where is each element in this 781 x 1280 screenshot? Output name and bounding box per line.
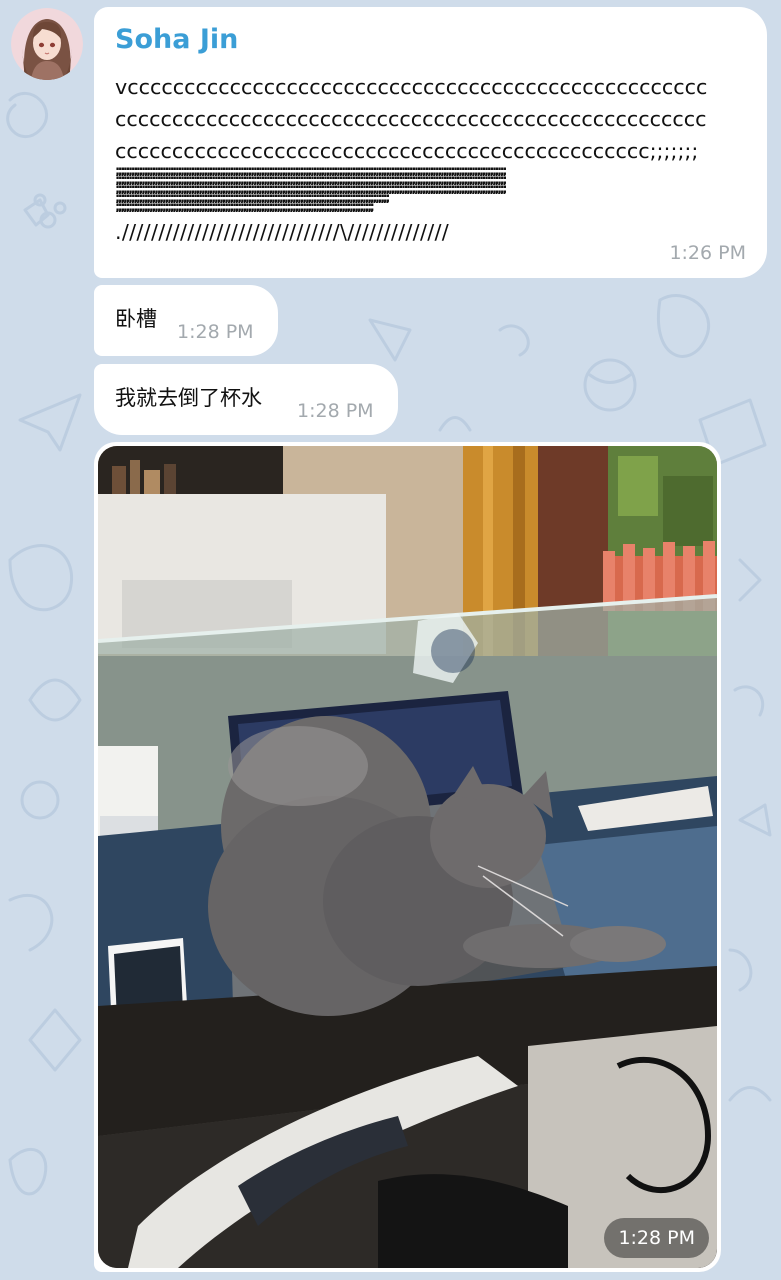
message-line: cccccccccccccccccccccccccccccccccccccccc… — [115, 139, 699, 163]
message-line: cccccccccccccccccccccccccccccccccccccccc… — [115, 107, 707, 131]
message-timestamp: 1:28 PM — [177, 321, 254, 343]
message-text: vccccccccccccccccccccccccccccccccccccccc… — [115, 71, 755, 252]
message-line: .//////////////////////////////\////////… — [115, 220, 450, 244]
message-text: 我就去倒了杯水 — [115, 386, 262, 410]
message-line: ;;;;;;;;;;;;;;;;;;;;;;;;;;;;;;;;;;;;;;;;… — [115, 167, 507, 176]
message-bubble[interactable]: Soha Jin vcccccccccccccccccccccccccccccc… — [94, 7, 767, 278]
message-bubble[interactable]: 卧槽 1:28 PM — [94, 285, 278, 356]
message-line: ;;;;;;;;;;;;;;;;;;;;;;;;;;;;;;;;;;;;;;;;… — [115, 176, 507, 185]
message-line: vccccccccccccccccccccccccccccccccccccccc… — [115, 75, 708, 99]
cat-on-laptop-photo[interactable] — [98, 446, 717, 1268]
message-bubble[interactable]: 我就去倒了杯水 1:28 PM — [94, 364, 398, 435]
avatar-anime-girl-icon — [11, 8, 83, 80]
message-line: ;;;;;;;;;;;;;;;;;;;;;;;;;;;;;;;;;;;;;;;;… — [115, 203, 375, 212]
photo-message[interactable]: 1:28 PM — [94, 442, 721, 1272]
sender-avatar[interactable] — [11, 8, 83, 80]
message-text: 卧槽 — [115, 307, 157, 331]
photo-timestamp: 1:28 PM — [604, 1218, 709, 1258]
sender-name[interactable]: Soha Jin — [115, 24, 238, 55]
message-timestamp: 1:26 PM — [669, 242, 746, 264]
message-line: ;;;;;;;;;;;;;;;;;;;;;;;;;;;;;;;;;;;;;;;;… — [115, 185, 507, 194]
message-timestamp: 1:28 PM — [297, 400, 374, 422]
message-line: ;;;;;;;;;;;;;;;;;;;;;;;;;;;;;;;;;;;;;;;;… — [115, 194, 390, 203]
